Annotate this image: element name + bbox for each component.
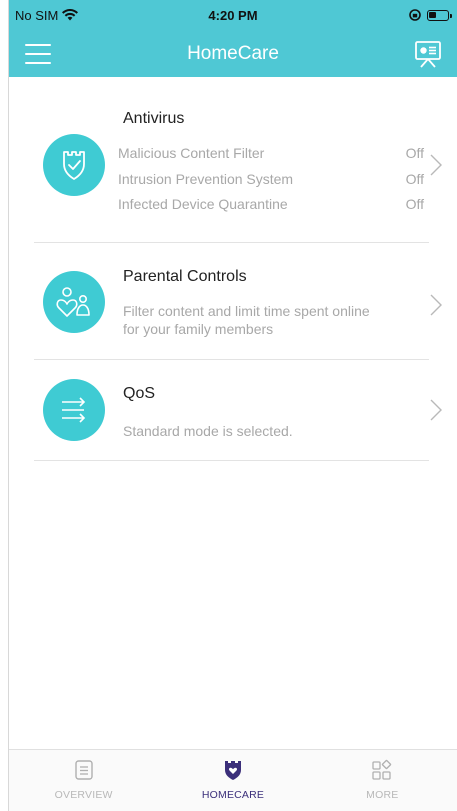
chevron-right-icon xyxy=(430,154,442,176)
row-value: Off xyxy=(405,196,424,212)
tab-homecare[interactable]: HOMECARE xyxy=(168,750,298,811)
carrier-label: No SIM xyxy=(15,7,59,23)
list-item: Infected Device Quarantine Off xyxy=(118,196,424,222)
rotation-lock-icon xyxy=(409,9,421,21)
tab-overview[interactable]: OVERVIEW xyxy=(19,750,149,811)
document-icon xyxy=(74,760,93,780)
nav-bar: HomeCare xyxy=(9,30,457,77)
antivirus-status-list: Malicious Content Filter Off Intrusion P… xyxy=(118,145,424,222)
qos-description: Standard mode is selected. xyxy=(123,423,293,439)
menu-icon[interactable] xyxy=(25,43,51,64)
description-line: for your family members xyxy=(123,321,274,337)
antivirus-card[interactable]: Antivirus Malicious Content Filter Off I… xyxy=(34,77,442,243)
status-bar: No SIM 4:20 PM xyxy=(9,0,457,30)
presentation-icon[interactable] xyxy=(413,39,443,69)
list-item: Malicious Content Filter Off xyxy=(118,145,424,171)
grid-icon xyxy=(372,759,392,780)
row-value: Off xyxy=(405,170,424,187)
family-icon xyxy=(43,271,105,333)
antivirus-title: Antivirus xyxy=(123,110,185,127)
page-title: HomeCare xyxy=(187,42,279,64)
parental-controls-title: Parental Controls xyxy=(123,268,247,285)
arrows-icon xyxy=(43,379,105,441)
wifi-icon xyxy=(62,9,79,21)
row-value: Off xyxy=(405,145,424,161)
parental-controls-description: Filter content and limit time spent onli… xyxy=(123,302,423,338)
chevron-right-icon xyxy=(430,399,442,421)
app-screen: No SIM 4:20 PM HomeCare Antivirus Malici… xyxy=(8,0,457,811)
row-label: Infected Device Quarantine xyxy=(118,196,288,212)
shield-check-icon xyxy=(43,134,105,196)
parental-controls-card[interactable]: Parental Controls Filter content and lim… xyxy=(34,243,442,360)
description-line: Filter content and limit time spent onli… xyxy=(123,303,370,319)
homecare-list: Antivirus Malicious Content Filter Off I… xyxy=(9,77,457,461)
tab-label: HOMECARE xyxy=(201,789,265,801)
tab-more[interactable]: MORE xyxy=(317,750,447,811)
bottom-tab-bar: OVERVIEW HOMECARE MORE xyxy=(9,749,457,811)
tab-label: MORE xyxy=(366,789,399,801)
chevron-right-icon xyxy=(430,294,442,316)
list-item: Intrusion Prevention System Off xyxy=(118,171,424,197)
shield-heart-icon xyxy=(224,761,241,780)
row-label: Intrusion Prevention System xyxy=(118,170,294,187)
tab-label: OVERVIEW xyxy=(54,789,113,801)
row-label: Malicious Content Filter xyxy=(118,145,265,161)
battery-icon xyxy=(427,9,452,21)
qos-title: QoS xyxy=(123,385,156,402)
qos-card[interactable]: QoS Standard mode is selected. xyxy=(34,360,442,461)
